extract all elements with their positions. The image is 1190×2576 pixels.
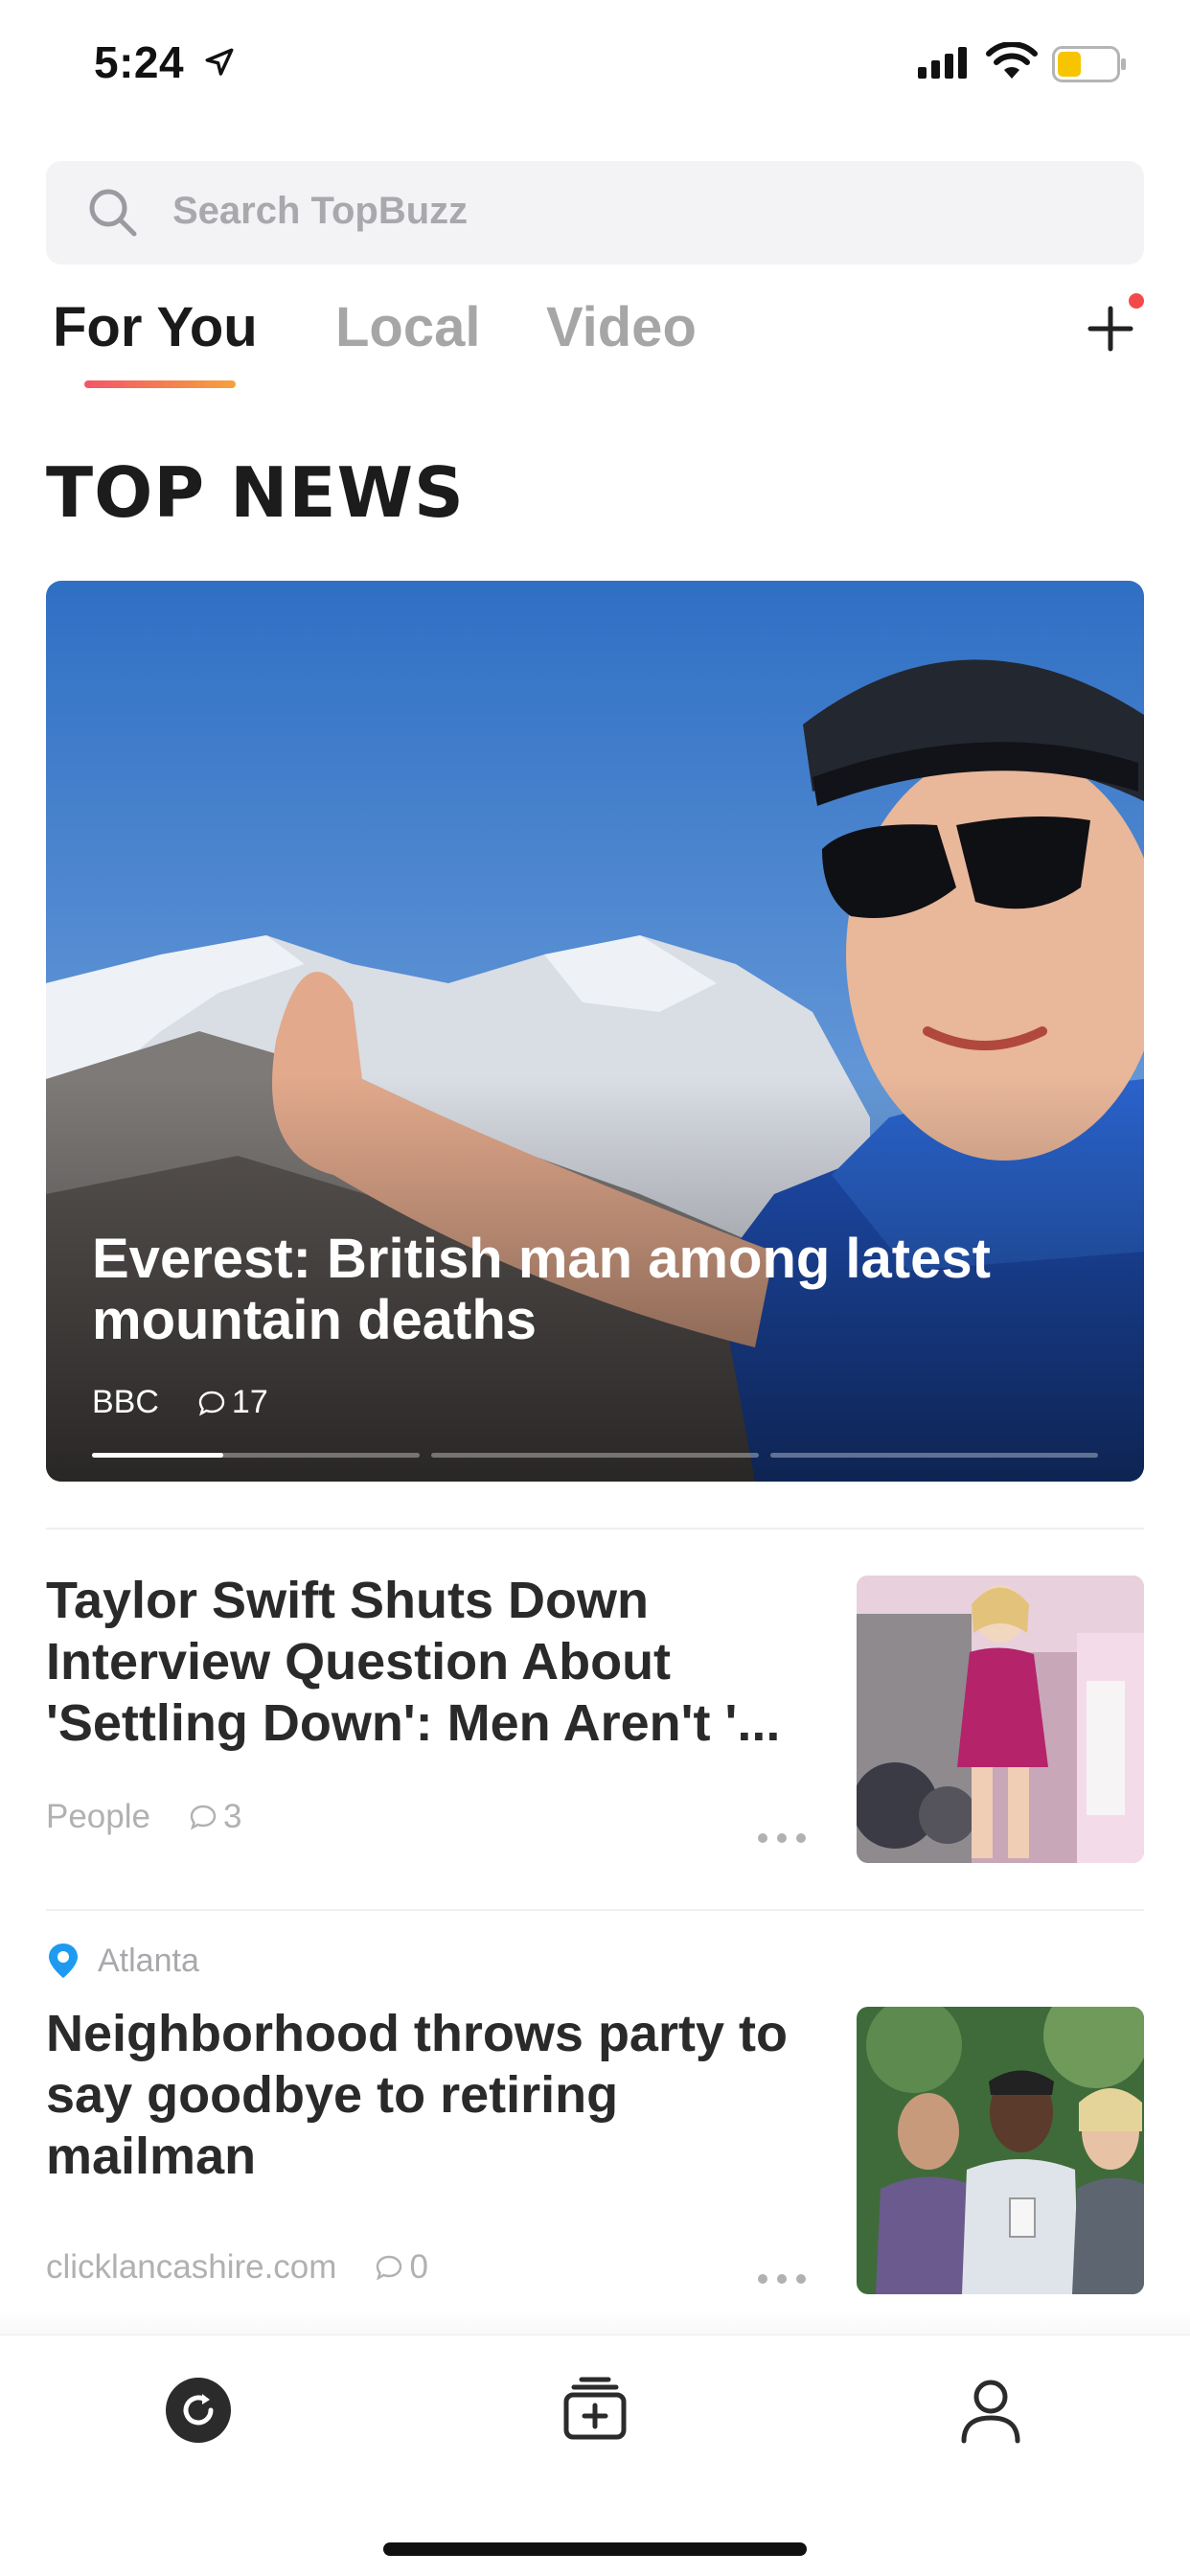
comment-icon	[190, 1805, 217, 1830]
hero-meta: BBC 17	[92, 1384, 268, 1421]
divider	[46, 1909, 1144, 1911]
hero-source[interactable]: BBC	[92, 1384, 159, 1421]
article-headline[interactable]: Taylor Swift Shuts Down Interview Questi…	[46, 1570, 822, 1754]
carousel-indicator-3	[770, 1453, 1098, 1458]
battery-icon	[1052, 46, 1126, 82]
search-icon	[89, 189, 137, 237]
article-headline[interactable]: Neighborhood throws party to say goodbye…	[46, 2003, 822, 2187]
news-list-item[interactable]: Atlanta Neighborhood throws party to say…	[46, 1942, 1144, 2296]
status-time: 5:24	[94, 37, 185, 87]
hero-comments[interactable]: 17	[197, 1384, 268, 1421]
search-bar[interactable]: Search TopBuzz	[46, 161, 1144, 264]
active-tab-indicator	[84, 380, 236, 388]
location-pin-icon	[49, 1944, 78, 1978]
cellular-signal-icon	[918, 47, 967, 79]
article-source[interactable]: clicklancashire.com	[46, 2248, 336, 2287]
tab-local[interactable]: Local	[335, 295, 481, 359]
more-options-icon[interactable]	[753, 2269, 811, 2288]
article-comment-count: 3	[222, 1798, 242, 1835]
add-box-icon[interactable]	[557, 2372, 633, 2449]
article-thumbnail[interactable]	[857, 1576, 1144, 1863]
add-channel-plus-icon[interactable]	[1083, 301, 1138, 356]
category-tabs: For You Local Video	[0, 288, 1190, 402]
wifi-icon	[986, 42, 1038, 79]
hero-news-card[interactable]: Everest: British man among latest mounta…	[46, 581, 1144, 1482]
profile-icon[interactable]	[952, 2372, 1029, 2449]
comment-icon	[198, 1391, 225, 1415]
divider	[46, 1528, 1144, 1530]
location-tag[interactable]: Atlanta	[46, 1942, 199, 1980]
home-indicator[interactable]	[383, 2542, 807, 2556]
news-list-item[interactable]: Taylor Swift Shuts Down Interview Questi…	[46, 1570, 1144, 1876]
section-title: TOP NEWS	[46, 452, 465, 533]
article-comment-count: 0	[409, 2248, 428, 2286]
hero-headline[interactable]: Everest: British man among latest mounta…	[92, 1229, 1108, 1351]
refresh-icon[interactable]	[160, 2372, 237, 2449]
carousel-indicator-2	[431, 1453, 759, 1458]
tab-video[interactable]: Video	[546, 295, 697, 359]
article-comments[interactable]: 3	[189, 1798, 241, 1836]
search-placeholder: Search TopBuzz	[172, 190, 469, 232]
bottom-navigation	[0, 2334, 1190, 2576]
hero-comment-count: 17	[231, 1384, 268, 1420]
article-thumbnail[interactable]	[857, 2007, 1144, 2294]
article-source[interactable]: People	[46, 1798, 150, 1836]
performer-thumbnail-image	[857, 1576, 1144, 1863]
group-photo-thumbnail-image	[857, 2007, 1144, 2294]
comment-icon	[377, 2255, 402, 2281]
notification-dot	[1129, 293, 1144, 309]
location-label: Atlanta	[98, 1942, 199, 1979]
location-arrow-icon	[205, 48, 234, 76]
status-bar: 5:24	[0, 0, 1190, 126]
article-comments[interactable]: 0	[375, 2248, 428, 2287]
tab-for-you[interactable]: For You	[53, 295, 258, 359]
more-options-icon[interactable]	[753, 1828, 811, 1848]
carousel-indicator-1	[92, 1453, 420, 1458]
article-meta: People 3	[46, 1798, 241, 1836]
article-meta: clicklancashire.com 0	[46, 2248, 428, 2287]
